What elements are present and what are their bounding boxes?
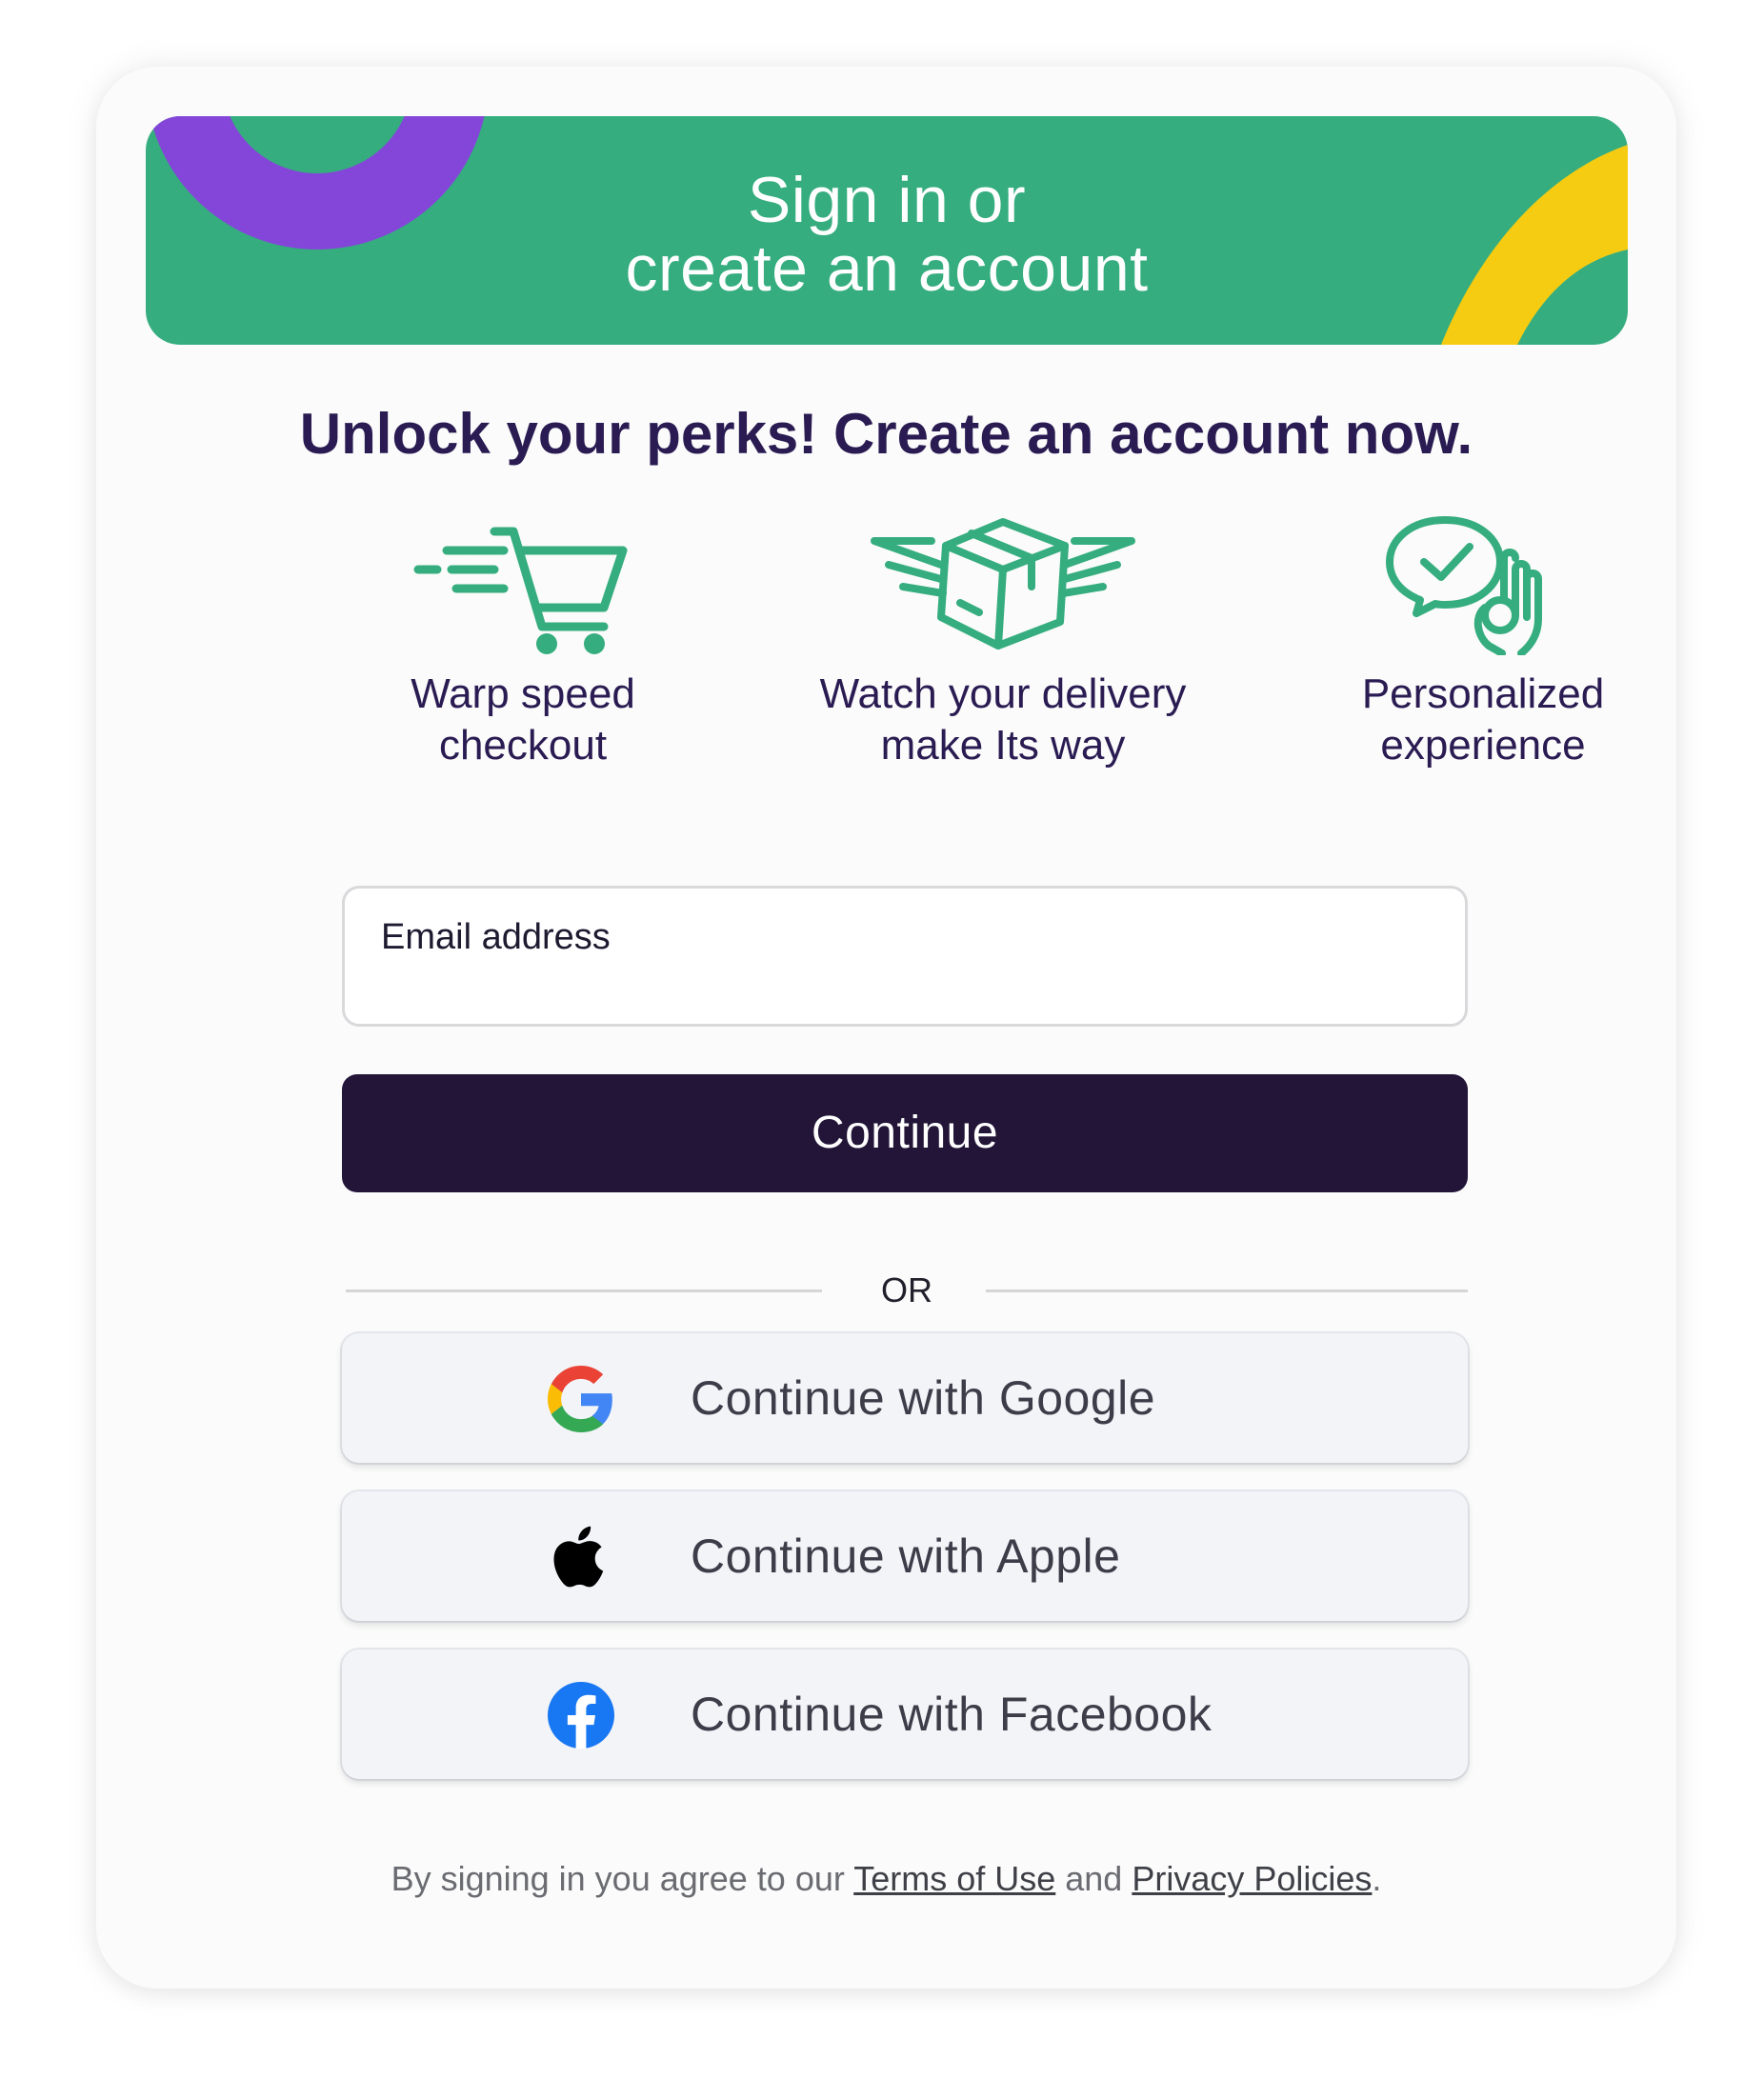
google-button-label: Continue with Google: [691, 1371, 1156, 1425]
facebook-icon: [548, 1682, 614, 1749]
perk-label-line1: Watch your delivery: [819, 670, 1187, 717]
perk-warp-speed-checkout: Warp speed checkout: [304, 512, 742, 771]
perk-watch-delivery: Watch your delivery make Its way: [784, 512, 1222, 771]
header-banner: Sign in or create an account: [146, 116, 1628, 345]
terms-of-use-link[interactable]: Terms of Use: [853, 1859, 1055, 1898]
legal-suffix: .: [1372, 1859, 1382, 1898]
legal-middle: and: [1055, 1859, 1133, 1898]
perk-label-line2: make Its way: [880, 722, 1126, 769]
legal-notice: By signing in you agree to our Terms of …: [96, 1859, 1676, 1899]
or-divider: OR: [346, 1267, 1468, 1314]
email-input[interactable]: [379, 965, 1431, 1014]
continue-with-apple-button[interactable]: Continue with Apple: [342, 1491, 1468, 1621]
banner-title-line1: Sign in or: [747, 164, 1027, 236]
banner-title-line2: create an account: [625, 232, 1149, 305]
facebook-button-label: Continue with Facebook: [691, 1688, 1213, 1741]
apple-button-label: Continue with Apple: [691, 1529, 1121, 1583]
perk-label-line1: Personalized: [1361, 670, 1605, 717]
apple-icon: [548, 1524, 614, 1590]
chat-check-hand-ok-icon: [1386, 516, 1542, 655]
shopping-cart-icon: [413, 527, 628, 654]
perk-personalized-experience: Personalized experience: [1264, 512, 1702, 771]
banner-title: Sign in or create an account: [146, 166, 1628, 303]
continue-with-google-button[interactable]: Continue with Google: [342, 1333, 1468, 1463]
legal-prefix: By signing in you agree to our: [391, 1859, 854, 1898]
perk-label-line2: experience: [1380, 722, 1586, 769]
divider-line-right: [986, 1289, 1468, 1292]
perk-label-line1: Warp speed: [411, 670, 635, 717]
page-headline: Unlock your perks! Create an account now…: [299, 402, 1473, 466]
email-field-label: Email address: [381, 917, 611, 957]
signin-card: Sign in or create an account Unlock your…: [96, 67, 1676, 1989]
continue-button[interactable]: Continue: [342, 1074, 1468, 1192]
email-field[interactable]: Email address: [342, 886, 1468, 1027]
perk-label-line2: checkout: [438, 722, 608, 769]
google-icon: [548, 1366, 614, 1432]
continue-with-facebook-button[interactable]: Continue with Facebook: [342, 1649, 1468, 1779]
winged-package-icon: [871, 518, 1135, 650]
privacy-policies-link[interactable]: Privacy Policies: [1132, 1859, 1372, 1898]
